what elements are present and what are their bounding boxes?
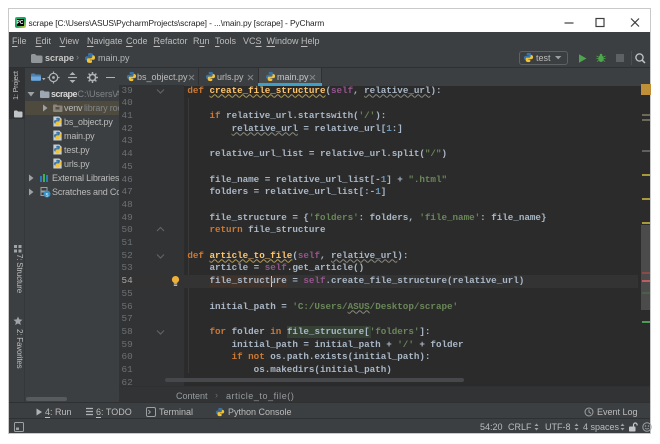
svg-text:s: s <box>46 192 49 198</box>
